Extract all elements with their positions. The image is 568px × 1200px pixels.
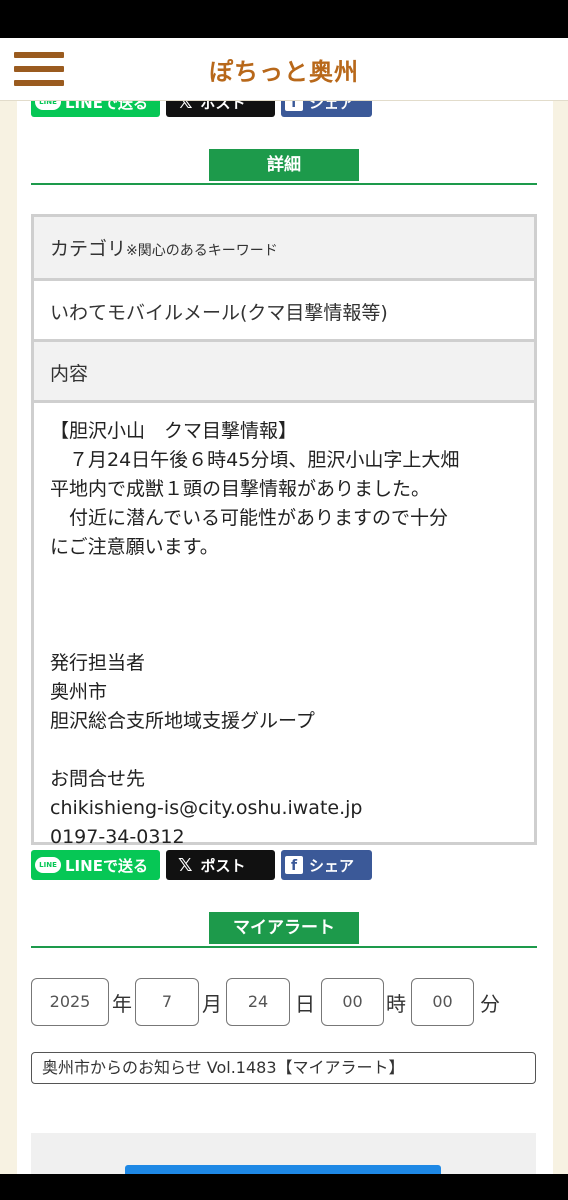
content-body: 【胆沢小山 クマ目撃情報】 ７月24日午後６時45分頃、胆沢小山字上大畑 平地内… bbox=[50, 417, 520, 852]
year-input[interactable]: 2025 bbox=[31, 978, 109, 1026]
facebook-share-label: シェア bbox=[309, 101, 355, 112]
details-heading: 詳細 bbox=[209, 149, 359, 181]
content-line: 奥州市 bbox=[50, 681, 108, 703]
category-note: ※関心のあるキーワード bbox=[126, 243, 278, 259]
content-line bbox=[50, 736, 520, 765]
submit-button[interactable] bbox=[125, 1165, 441, 1174]
facebook-share-button[interactable]: f シェア bbox=[281, 850, 372, 880]
hour-input[interactable]: 00 bbox=[321, 978, 384, 1026]
alert-select[interactable]: 奥州市からのお知らせ Vol.1483【マイアラート】 bbox=[31, 1052, 536, 1084]
x-post-button[interactable]: 𝕏 ポスト bbox=[166, 101, 275, 117]
category-value-cell: いわてモバイルメール(クマ目撃情報等) bbox=[34, 281, 534, 342]
content-line: 【胆沢小山 クマ目撃情報】 bbox=[50, 420, 298, 442]
content-line: 付近に潜んでいる可能性がありますので十分 bbox=[50, 507, 449, 529]
main-content: LINE LINEで送る 𝕏 ポスト f シェア 詳細 カテゴリ※関心のあるキー… bbox=[17, 101, 553, 1174]
x-logo-icon: 𝕏 bbox=[178, 854, 193, 876]
details-section-header: 詳細 bbox=[31, 149, 537, 185]
facebook-logo-icon: f bbox=[285, 101, 303, 111]
hour-unit: 時 bbox=[386, 992, 406, 1016]
site-title[interactable]: ぽちっと奥州 bbox=[0, 52, 568, 87]
month-input[interactable]: 7 bbox=[135, 978, 199, 1026]
my-alert-section-header: マイアラート bbox=[31, 912, 537, 948]
content-line: 発行担当者 bbox=[50, 652, 146, 674]
category-value: いわてモバイルメール(クマ目撃情報等) bbox=[50, 302, 388, 324]
month-unit: 月 bbox=[202, 992, 222, 1016]
alert-form-panel bbox=[31, 1133, 536, 1174]
minute-input[interactable]: 00 bbox=[411, 978, 474, 1026]
content-label: 内容 bbox=[50, 363, 89, 385]
contact-email[interactable]: chikishieng-is@city.oshu.iwate.jp bbox=[50, 794, 520, 823]
year-unit: 年 bbox=[112, 992, 132, 1016]
content-line bbox=[50, 620, 520, 649]
site-header: ぽちっと奥州 bbox=[0, 38, 568, 101]
content-line: お問合せ先 bbox=[50, 768, 146, 790]
details-table: カテゴリ※関心のあるキーワード いわてモバイルメール(クマ目撃情報等) 内容 【… bbox=[31, 214, 537, 848]
content-line bbox=[50, 591, 520, 620]
x-post-label: ポスト bbox=[200, 101, 246, 112]
x-post-button[interactable]: 𝕏 ポスト bbox=[166, 850, 275, 880]
facebook-share-label: シェア bbox=[309, 856, 355, 875]
line-share-label: LINEで送る bbox=[65, 856, 148, 875]
line-share-button[interactable]: LINE LINEで送る bbox=[31, 101, 160, 117]
status-bar bbox=[0, 0, 568, 38]
day-input[interactable]: 24 bbox=[226, 978, 290, 1026]
minute-unit: 分 bbox=[480, 992, 500, 1016]
content-line: 平地内で成獣１頭の目撃情報がありました。 bbox=[50, 478, 431, 500]
content-label-cell: 内容 bbox=[34, 342, 534, 403]
category-label: カテゴリ bbox=[50, 238, 127, 260]
facebook-logo-icon: f bbox=[285, 856, 303, 874]
facebook-share-button[interactable]: f シェア bbox=[281, 101, 372, 117]
category-label-cell: カテゴリ※関心のあるキーワード bbox=[34, 217, 534, 281]
x-logo-icon: 𝕏 bbox=[178, 101, 193, 113]
line-logo-icon: LINE bbox=[35, 101, 61, 110]
content-line: ７月24日午後６時45分頃、胆沢小山字上大畑 bbox=[50, 449, 460, 471]
line-share-label: LINEで送る bbox=[65, 101, 148, 112]
contact-phone[interactable]: 0197-34-0312 bbox=[50, 823, 520, 852]
content-line: 胆沢総合支所地域支援グループ bbox=[50, 710, 315, 732]
day-unit: 日 bbox=[295, 992, 315, 1016]
content-line: にご注意願います。 bbox=[50, 536, 219, 558]
line-logo-icon: LINE bbox=[35, 857, 61, 873]
my-alert-heading: マイアラート bbox=[209, 912, 359, 944]
system-nav-bar bbox=[0, 1174, 568, 1200]
content-line bbox=[50, 562, 520, 591]
x-post-label: ポスト bbox=[200, 856, 246, 875]
line-share-button[interactable]: LINE LINEで送る bbox=[31, 850, 160, 880]
content-body-cell: 【胆沢小山 クマ目撃情報】 ７月24日午後６時45分頃、胆沢小山字上大畑 平地内… bbox=[34, 403, 534, 848]
